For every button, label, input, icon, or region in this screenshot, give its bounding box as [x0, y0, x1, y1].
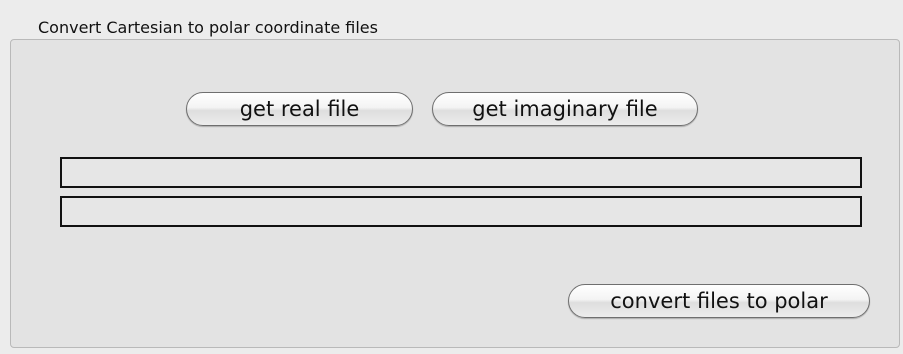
imaginary-file-path-field[interactable]	[60, 196, 862, 227]
group-title: Convert Cartesian to polar coordinate fi…	[38, 18, 378, 37]
convert-files-to-polar-button[interactable]: convert files to polar	[568, 284, 870, 318]
real-file-path-field[interactable]	[60, 157, 862, 188]
get-imaginary-file-button[interactable]: get imaginary file	[432, 92, 698, 126]
get-real-file-button[interactable]: get real file	[186, 92, 413, 126]
